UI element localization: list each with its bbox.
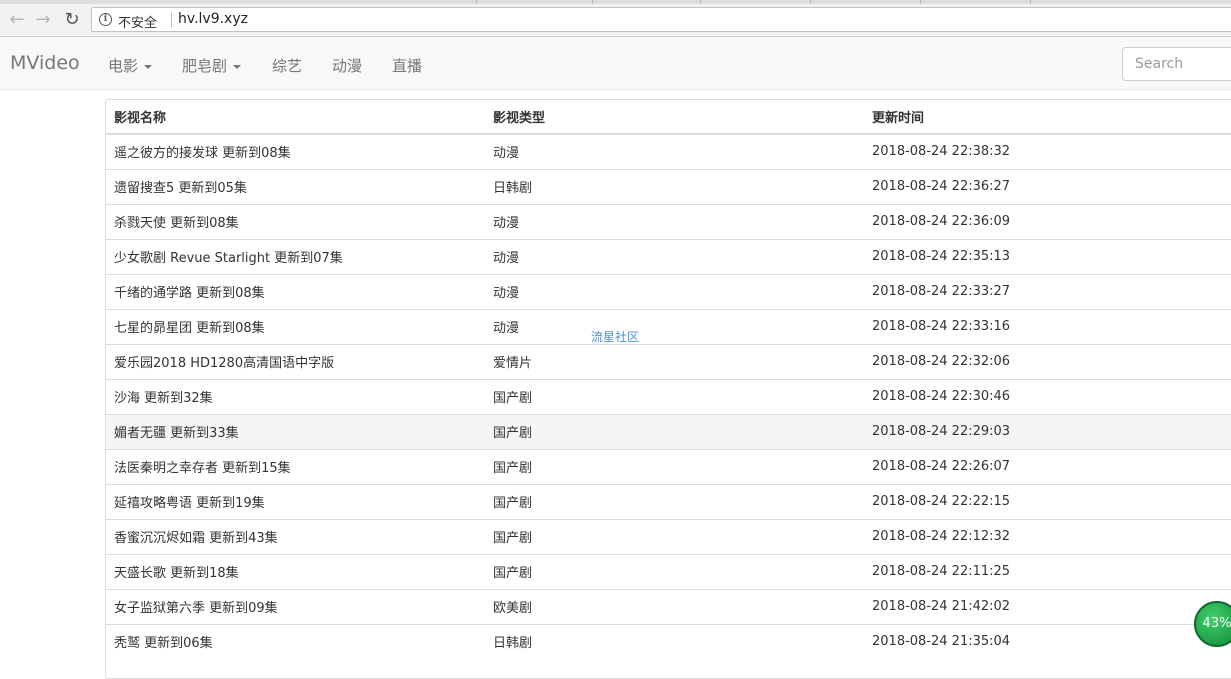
video-table: 影视名称 影视类型 更新时间 遥之彼方的接发球 更新到08集 动漫 2018-08-… <box>106 100 1231 659</box>
arrow-right-icon[interactable]: → <box>31 8 55 32</box>
cell-title[interactable]: 媚者无疆 更新到33集 <box>106 413 485 449</box>
cell-type: 动漫 <box>485 238 864 274</box>
cell-updated: 2018-08-24 22:11:25 <box>864 553 1231 589</box>
caret-down-icon <box>144 64 153 69</box>
header-title: 影视名称 <box>106 100 485 135</box>
watermark-text: 流星社区 <box>591 330 640 344</box>
table-body: 遥之彼方的接发球 更新到08集 动漫 2018-08-24 22:38:32 遗留搜查… <box>106 133 1231 659</box>
nav-movies-label: 电影 <box>108 57 139 75</box>
cell-type: 动漫 <box>485 308 864 344</box>
cell-updated: 2018-08-24 21:35:04 <box>864 623 1231 659</box>
cell-type: 爱情片 <box>485 343 864 379</box>
nav-series[interactable]: 肥皂剧 <box>182 55 242 76</box>
cell-updated: 2018-08-24 22:36:09 <box>864 203 1231 239</box>
security-label[interactable]: 不安全 <box>118 12 157 31</box>
cell-title[interactable]: 天盛长歌 更新到18集 <box>106 553 485 589</box>
nav-variety[interactable]: 综艺 <box>272 55 302 76</box>
cell-updated: 2018-08-24 22:38:32 <box>864 133 1231 169</box>
table-row[interactable]: 沙海 更新到32集 国产剧 2018-08-24 22:30:46 <box>106 378 1231 414</box>
cell-updated: 2018-08-24 22:33:16 <box>864 308 1231 344</box>
cell-updated: 2018-08-24 22:30:46 <box>864 378 1231 414</box>
cell-title[interactable]: 遥之彼方的接发球 更新到08集 <box>106 133 485 169</box>
cell-title[interactable]: 秃鹫 更新到06集 <box>106 623 485 659</box>
cell-type: 国产剧 <box>485 413 864 449</box>
table-row[interactable]: 七星的昴星团 更新到08集 动漫 2018-08-24 22:33:16 <box>106 308 1231 344</box>
cell-type: 动漫 <box>485 133 864 169</box>
table-row[interactable]: 杀戮天使 更新到08集 动漫 2018-08-24 22:36:09 <box>106 203 1231 239</box>
nav-anime[interactable]: 动漫 <box>332 55 362 76</box>
table-row[interactable]: 延禧攻略粤语 更新到19集 国产剧 2018-08-24 22:22:15 <box>106 483 1231 519</box>
cell-type: 国产剧 <box>485 483 864 519</box>
cell-type: 动漫 <box>485 203 864 239</box>
table-row[interactable]: 爱乐园2018 HD1280高清国语中字版 爱情片 2018-08-24 22:32… <box>106 343 1231 379</box>
cell-updated: 2018-08-24 22:35:13 <box>864 238 1231 274</box>
cell-title[interactable]: 遗留搜查5 更新到05集 <box>106 168 485 204</box>
cell-title[interactable]: 七星的昴星团 更新到08集 <box>106 308 485 344</box>
cell-updated: 2018-08-24 22:36:27 <box>864 168 1231 204</box>
cell-type: 国产剧 <box>485 518 864 554</box>
cell-title[interactable]: 少女歌剧 Revue Starlight 更新到07集 <box>106 238 485 274</box>
arrow-left-icon[interactable]: ← <box>5 8 29 32</box>
cell-type: 国产剧 <box>485 448 864 484</box>
brand-logo[interactable]: MVideo <box>10 52 80 74</box>
caret-down-icon <box>233 64 242 69</box>
cell-type: 日韩剧 <box>485 623 864 659</box>
site-navbar: MVideo 电影 肥皂剧 综艺 动漫 直播 <box>0 37 1231 90</box>
cell-updated: 2018-08-24 22:29:03 <box>864 413 1231 449</box>
nav-movies[interactable]: 电影 <box>108 55 153 76</box>
cell-updated: 2018-08-24 22:22:15 <box>864 483 1231 519</box>
reload-icon[interactable]: ↻ <box>60 8 84 32</box>
table-row[interactable]: 遥之彼方的接发球 更新到08集 动漫 2018-08-24 22:38:32 <box>106 133 1231 169</box>
cell-type: 动漫 <box>485 273 864 309</box>
cell-title[interactable]: 千绪的通学路 更新到08集 <box>106 273 485 309</box>
cell-title[interactable]: 杀戮天使 更新到08集 <box>106 203 485 239</box>
table-header-row: 影视名称 影视类型 更新时间 <box>106 100 1231 135</box>
cell-title[interactable]: 爱乐园2018 HD1280高清国语中字版 <box>106 343 485 379</box>
info-icon[interactable]: i <box>99 13 112 26</box>
header-updated: 更新时间 <box>864 100 1231 135</box>
search-input[interactable] <box>1122 47 1231 81</box>
cell-title[interactable]: 沙海 更新到32集 <box>106 378 485 414</box>
cell-updated: 2018-08-24 22:12:32 <box>864 518 1231 554</box>
cell-updated: 2018-08-24 22:26:07 <box>864 448 1231 484</box>
nav-series-label: 肥皂剧 <box>182 57 228 75</box>
cell-type: 国产剧 <box>485 553 864 589</box>
address-bar[interactable]: i 不安全 hv.lv9.xyz <box>91 7 1231 32</box>
cell-updated: 2018-08-24 22:32:06 <box>864 343 1231 379</box>
address-separator <box>171 13 172 27</box>
table-row[interactable]: 秃鹫 更新到06集 日韩剧 2018-08-24 21:35:04 <box>106 623 1231 659</box>
table-row[interactable]: 香蜜沉沉烬如霜 更新到43集 国产剧 2018-08-24 22:12:32 <box>106 518 1231 554</box>
table-row[interactable]: 女子监狱第六季 更新到09集 欧美剧 2018-08-24 21:42:02 <box>106 588 1231 624</box>
table-row[interactable]: 遗留搜查5 更新到05集 日韩剧 2018-08-24 22:36:27 <box>106 168 1231 204</box>
url-text[interactable]: hv.lv9.xyz <box>178 11 248 27</box>
cell-type: 国产剧 <box>485 378 864 414</box>
browser-toolbar: ← → ↻ i 不安全 hv.lv9.xyz <box>0 4 1231 37</box>
cell-title[interactable]: 法医秦明之幸存者 更新到15集 <box>106 448 485 484</box>
table-row[interactable]: 媚者无疆 更新到33集 国产剧 2018-08-24 22:29:03 <box>106 413 1231 449</box>
table-row[interactable]: 少女歌剧 Revue Starlight 更新到07集 动漫 2018-08-24 … <box>106 238 1231 274</box>
video-list-panel: 影视名称 影视类型 更新时间 遥之彼方的接发球 更新到08集 动漫 2018-08-… <box>105 99 1231 679</box>
table-row[interactable]: 天盛长歌 更新到18集 国产剧 2018-08-24 22:11:25 <box>106 553 1231 589</box>
cell-title[interactable]: 香蜜沉沉烬如霜 更新到43集 <box>106 518 485 554</box>
cell-title[interactable]: 延禧攻略粤语 更新到19集 <box>106 483 485 519</box>
nav-live[interactable]: 直播 <box>392 55 422 76</box>
table-row[interactable]: 法医秦明之幸存者 更新到15集 国产剧 2018-08-24 22:26:07 <box>106 448 1231 484</box>
header-type: 影视类型 <box>485 100 864 135</box>
cell-type: 日韩剧 <box>485 168 864 204</box>
cell-title[interactable]: 女子监狱第六季 更新到09集 <box>106 588 485 624</box>
cell-type: 欧美剧 <box>485 588 864 624</box>
cell-updated: 2018-08-24 21:42:02 <box>864 588 1231 624</box>
table-row[interactable]: 千绪的通学路 更新到08集 动漫 2018-08-24 22:33:27 <box>106 273 1231 309</box>
cell-updated: 2018-08-24 22:33:27 <box>864 273 1231 309</box>
